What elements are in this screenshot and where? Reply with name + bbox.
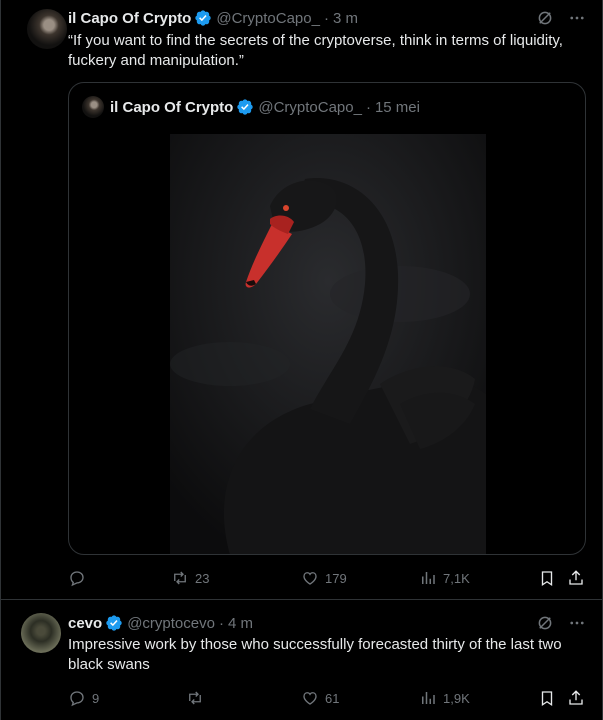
reply-tweet[interactable]: cevo @cryptocevo · 4 m Impressive work b…: [1, 600, 603, 720]
quoted-avatar: [82, 96, 104, 118]
repost-count: 23: [195, 570, 210, 586]
separator: ·: [365, 98, 371, 116]
share-button[interactable]: [567, 688, 585, 708]
quoted-tweet-header: il Capo Of Crypto @CryptoCapo_ · 15 mei: [82, 96, 420, 118]
author-handle[interactable]: @CryptoCapo_: [216, 10, 320, 27]
bookmark-button[interactable]: [538, 688, 556, 708]
like-icon: [303, 692, 317, 705]
black-swan-image[interactable]: [170, 134, 486, 554]
bookmark-icon: [541, 571, 553, 587]
repost-button[interactable]: [186, 688, 210, 708]
views-count: 7,1K: [443, 570, 470, 586]
reply-icon: [70, 571, 84, 587]
verified-badge-icon: [237, 99, 254, 115]
reply-button[interactable]: 9: [68, 688, 99, 708]
avatar[interactable]: [27, 9, 67, 49]
tweet-actions: 23 179 7,1K: [68, 568, 588, 588]
main-tweet[interactable]: il Capo Of Crypto @CryptoCapo_ · 3 m “If…: [1, 0, 603, 600]
tweet-actions: 9 61 1,9K: [68, 688, 588, 708]
timeline-column: il Capo Of Crypto @CryptoCapo_ · 3 m “If…: [0, 0, 603, 720]
tweet-time[interactable]: 4 m: [228, 615, 253, 632]
quoted-author-handle: @CryptoCapo_: [258, 98, 362, 116]
like-count: 61: [325, 690, 340, 706]
quoted-tweet[interactable]: il Capo Of Crypto @CryptoCapo_ · 15 mei: [68, 82, 586, 555]
views-icon: [422, 572, 435, 584]
views-button[interactable]: 1,9K: [419, 688, 470, 708]
separator: ·: [218, 614, 224, 632]
repost-icon: [174, 571, 186, 585]
share-button[interactable]: [567, 568, 585, 588]
repost-icon: [189, 691, 201, 705]
avatar[interactable]: [21, 613, 61, 653]
share-icon: [569, 690, 583, 705]
bookmark-button[interactable]: [538, 568, 556, 588]
share-icon: [569, 570, 583, 585]
author-name[interactable]: il Capo Of Crypto: [68, 10, 191, 27]
tweet-header: cevo @cryptocevo · 4 m: [68, 613, 253, 633]
grok-icon[interactable]: [536, 9, 554, 27]
repost-button[interactable]: 23: [171, 568, 209, 588]
tweet-header: il Capo Of Crypto @CryptoCapo_ · 3 m: [68, 8, 358, 28]
verified-badge-icon: [106, 615, 122, 631]
views-count: 1,9K: [443, 690, 470, 706]
like-count: 179: [325, 570, 347, 586]
reply-button[interactable]: [68, 568, 92, 588]
verified-badge-icon: [195, 10, 212, 26]
author-name[interactable]: cevo: [68, 615, 102, 632]
reply-icon: [70, 691, 84, 707]
like-button[interactable]: 61: [301, 688, 339, 708]
quoted-author-name: il Capo Of Crypto: [110, 98, 234, 116]
views-button[interactable]: 7,1K: [419, 568, 470, 588]
more-icon[interactable]: [568, 614, 586, 632]
more-icon[interactable]: [568, 9, 586, 27]
like-icon: [303, 572, 317, 585]
tweet-text: “If you want to find the secrets of the …: [68, 32, 563, 69]
tweet-time[interactable]: 3 m: [333, 10, 358, 27]
tweet-top-actions: [536, 614, 586, 632]
grok-icon[interactable]: [536, 614, 554, 632]
views-icon: [422, 692, 435, 704]
like-button[interactable]: 179: [301, 568, 347, 588]
bookmark-icon: [541, 691, 553, 707]
separator: ·: [323, 9, 329, 27]
quoted-date: 15 mei: [374, 98, 420, 116]
tweet-text: Impressive work by those who successfull…: [68, 636, 562, 673]
tweet-top-actions: [536, 9, 586, 27]
author-handle[interactable]: @cryptocevo: [127, 615, 215, 632]
reply-count: 9: [92, 690, 100, 706]
